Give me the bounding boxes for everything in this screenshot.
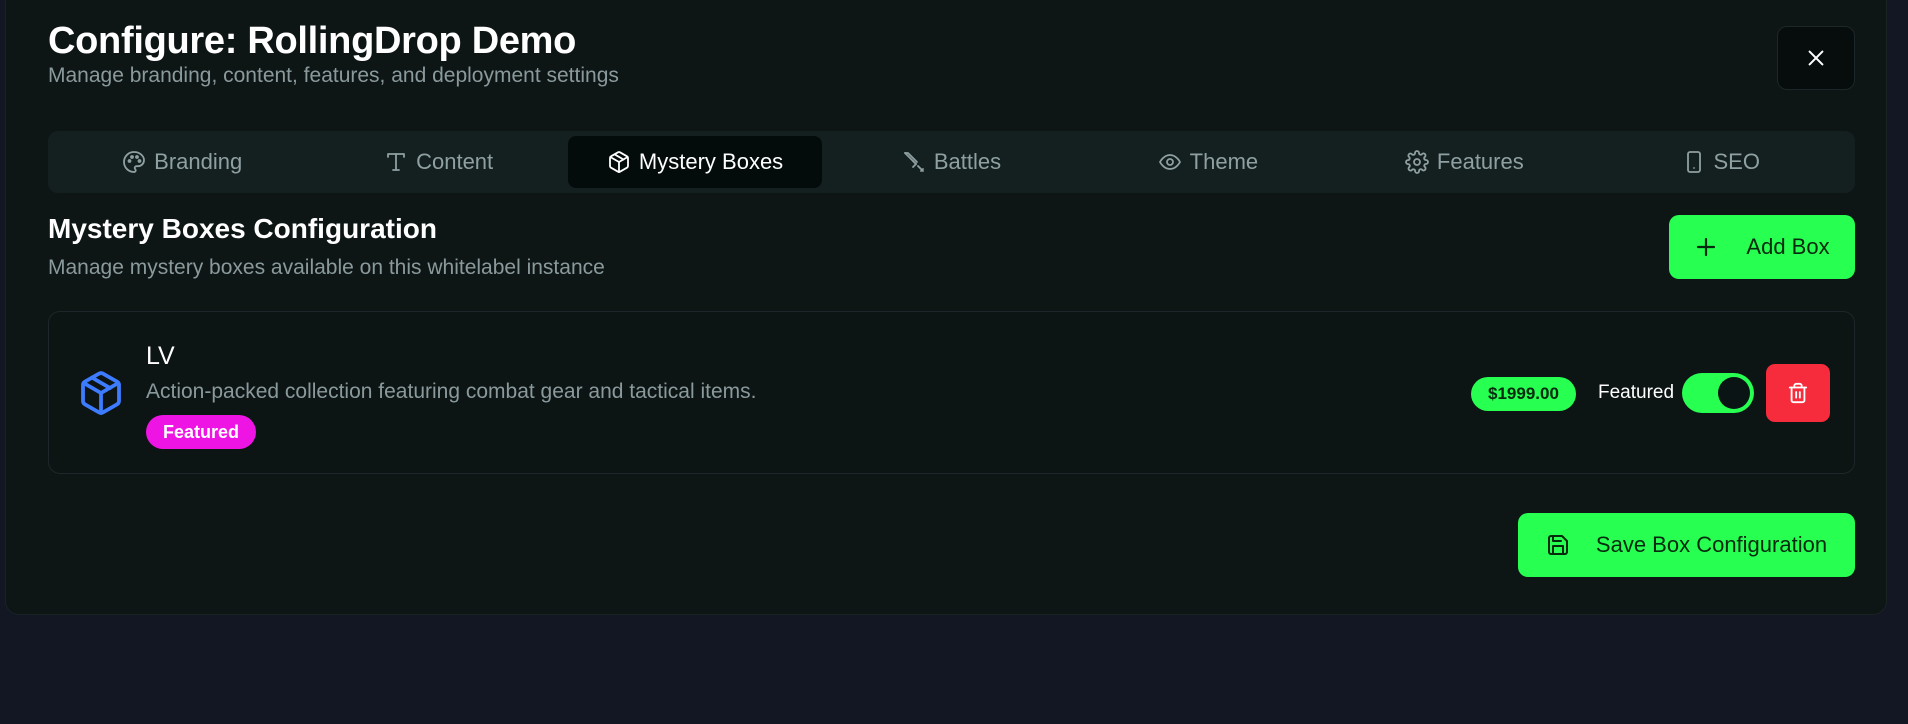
tab-mystery-boxes[interactable]: Mystery Boxes: [567, 136, 823, 188]
save-icon: [1547, 535, 1568, 555]
featured-toggle-label: Featured: [1598, 382, 1675, 403]
tab-label: Battles: [933, 149, 1002, 174]
tab-battles[interactable]: Battles: [824, 136, 1078, 188]
save-label: Save Box Configuration: [1595, 532, 1828, 557]
tab-label: SEO: [1713, 149, 1760, 174]
tab-label: Branding: [154, 149, 243, 174]
page-title: Configure: RollingDrop Demo: [48, 20, 577, 62]
close-icon: [1808, 50, 1824, 66]
palette-icon: [123, 151, 146, 173]
tab-label: Theme: [1189, 149, 1259, 174]
tab-label: Mystery Boxes: [638, 149, 784, 174]
eye-icon: [1158, 154, 1181, 170]
plus-icon: [1697, 237, 1716, 257]
sword-icon: [903, 152, 924, 172]
box-description: Action-packed collection featuring comba…: [146, 380, 757, 403]
tab-content[interactable]: Content: [311, 136, 565, 188]
toggle-knob: [1718, 377, 1750, 409]
configure-modal: Configure: RollingDrop Demo Manage brand…: [5, 0, 1887, 615]
tab-label: Features: [1436, 149, 1524, 174]
close-button[interactable]: [1777, 26, 1855, 90]
delete-box-button[interactable]: [1766, 364, 1830, 422]
trash-icon: [1788, 382, 1808, 404]
featured-toggle[interactable]: [1682, 373, 1754, 413]
smartphone-icon: [1686, 151, 1701, 173]
add-box-button[interactable]: Add Box: [1669, 215, 1855, 279]
package-icon: [81, 371, 121, 415]
section-subtitle: Manage mystery boxes available on this w…: [48, 256, 605, 279]
price-badge: $1999.00: [1471, 377, 1576, 411]
list-item: LV Action-packed collection featuring co…: [48, 311, 1855, 474]
add-box-label: Add Box: [1746, 234, 1830, 259]
save-box-configuration-button[interactable]: Save Box Configuration: [1518, 513, 1855, 577]
package-icon: [609, 151, 629, 173]
page-subtitle: Manage branding, content, features, and …: [48, 64, 619, 87]
section-title: Mystery Boxes Configuration: [48, 213, 437, 244]
settings-tabs: Branding Content Mystery Boxes Battles T…: [48, 131, 1855, 193]
tab-theme[interactable]: Theme: [1081, 136, 1335, 188]
type-icon: [387, 153, 405, 171]
box-name: LV: [146, 342, 175, 370]
tab-branding[interactable]: Branding: [55, 136, 309, 188]
tab-seo[interactable]: SEO: [1594, 136, 1848, 188]
tab-features[interactable]: Features: [1337, 136, 1591, 188]
featured-badge: Featured: [146, 415, 257, 449]
tab-label: Content: [416, 149, 494, 174]
gear-icon: [1405, 150, 1429, 174]
